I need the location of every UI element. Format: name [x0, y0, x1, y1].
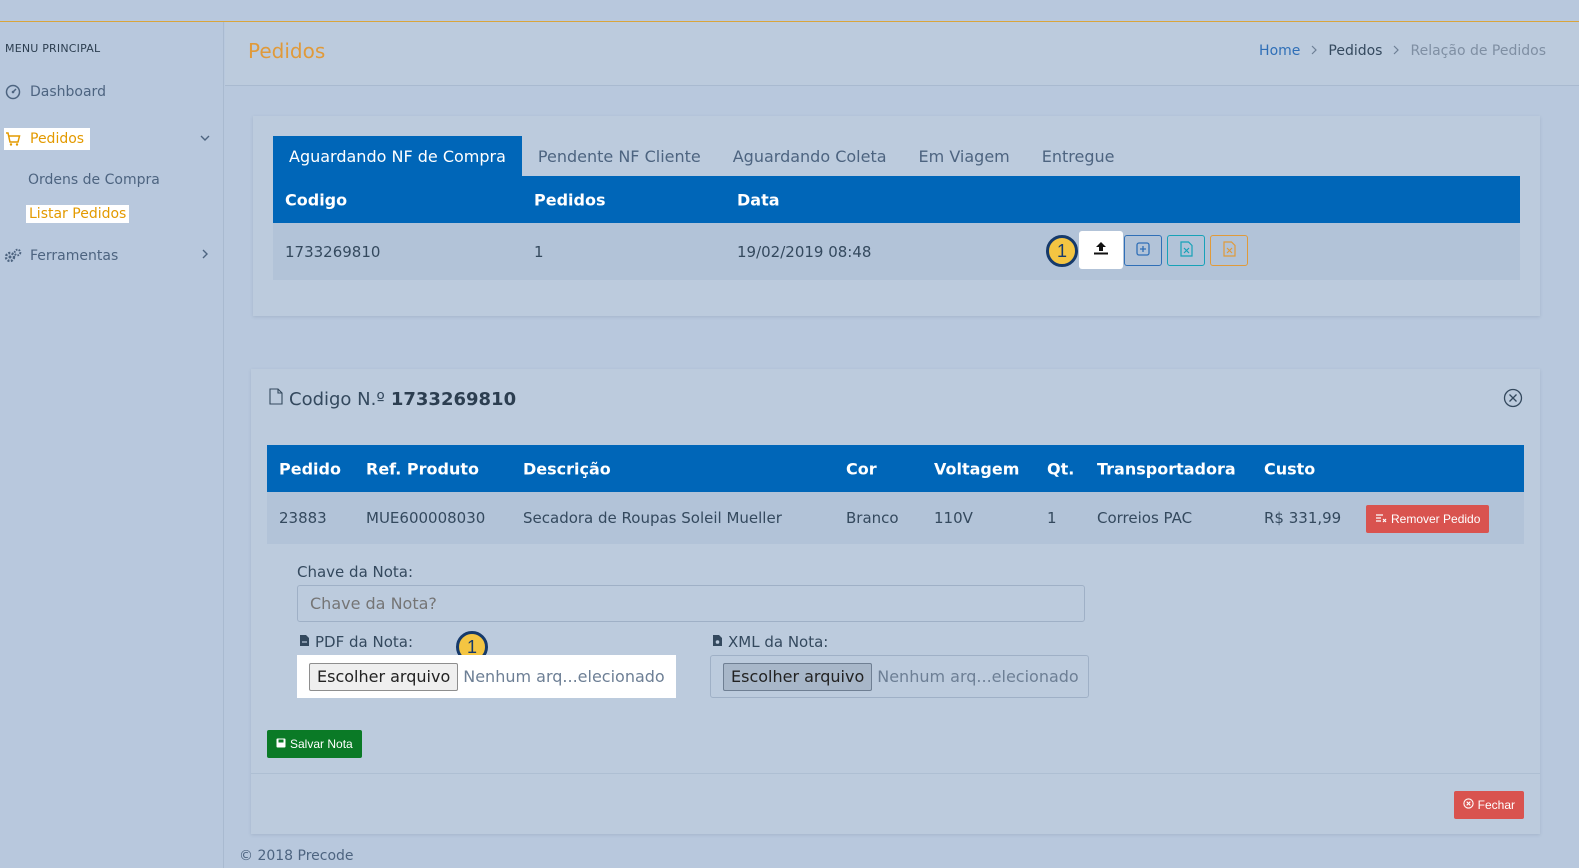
detail-code: 1733269810 [390, 388, 517, 410]
xml-choose-file-button[interactable]: Escolher arquivo [723, 662, 873, 691]
sidebar-item-label: Ferramentas [30, 248, 119, 264]
excel-icon [1179, 240, 1193, 261]
cell-cor: Branco [846, 509, 899, 527]
sidebar-item-label: Dashboard [30, 84, 106, 100]
save-note-button[interactable]: Salvar Nota [267, 730, 362, 758]
pdf-file-status: Nenhum arq...elecionado [463, 667, 665, 686]
chave-input[interactable] [297, 585, 1085, 622]
page-header: Pedidos Home Pedidos Relação de Pedidos [225, 22, 1579, 86]
orders-table-header: Codigo Pedidos Data [273, 176, 1520, 223]
close-button[interactable]: Fechar [1453, 791, 1524, 819]
breadcrumb-home[interactable]: Home [1259, 43, 1300, 59]
sidebar-subitem-listar[interactable]: Listar Pedidos [26, 205, 130, 223]
chevron-down-icon[interactable] [199, 132, 211, 147]
cell-qt: 1 [1047, 509, 1057, 527]
xml-file-status: Nenhum arq...elecionado [877, 667, 1079, 686]
table-row: 1733269810 1 19/02/2019 08:48 1 [273, 223, 1520, 280]
column-header-descricao: Descrição [523, 459, 611, 478]
xml-file-icon [712, 633, 723, 651]
remove-order-button[interactable]: Remover Pedido [1366, 505, 1490, 533]
chave-label: Chave da Nota: [297, 563, 414, 581]
upload-icon [1092, 240, 1110, 260]
dashboard-icon [4, 83, 22, 101]
close-circle-icon [1503, 388, 1523, 412]
gears-icon [4, 247, 22, 265]
tab-aguardando-coleta[interactable]: Aguardando Coleta [717, 136, 903, 176]
breadcrumb: Home Pedidos Relação de Pedidos [1259, 43, 1546, 59]
pdf-label: PDF da Nota: [299, 633, 413, 651]
top-bar [0, 0, 1579, 22]
close-label: Fechar [1477, 798, 1515, 812]
xml-label: XML da Nota: [712, 633, 828, 651]
column-header-voltagem: Voltagem [934, 459, 1020, 478]
sidebar-subitem-ordens[interactable]: Ordens de Compra [28, 172, 160, 188]
upload-nf-button[interactable] [1079, 231, 1123, 269]
cell-data: 19/02/2019 08:48 [737, 242, 872, 261]
file-icon [269, 388, 283, 410]
cell-voltagem: 110V [934, 509, 973, 527]
pdf-choose-file-button[interactable]: Escolher arquivo [309, 662, 459, 691]
cell-transportadora: Correios PAC [1097, 509, 1193, 527]
tab-pendente-nf-cliente[interactable]: Pendente NF Cliente [522, 136, 717, 176]
close-panel-button[interactable] [1503, 388, 1523, 408]
table-row: 23883 MUE600008030 Secadora de Roupas So… [267, 492, 1524, 544]
sidebar: MENU PRINCIPAL Dashboard Pedidos Ordens … [0, 22, 224, 868]
column-header-qt: Qt. [1047, 459, 1075, 478]
column-header-transportadora: Transportadora [1097, 459, 1236, 478]
sidebar-heading: MENU PRINCIPAL [5, 42, 101, 55]
sidebar-item-pedidos[interactable]: Pedidos [4, 128, 91, 150]
excel-icon [1222, 240, 1236, 261]
column-header-pedidos: Pedidos [534, 190, 606, 209]
cell-codigo: 1733269810 [285, 242, 381, 261]
close-circle-icon [1462, 798, 1474, 812]
order-status-tabs: Aguardando NF de Compra Pendente NF Clie… [273, 136, 1131, 176]
step-badge: 1 [1046, 235, 1078, 267]
cell-pedidos: 1 [534, 242, 544, 261]
column-header-data: Data [737, 190, 780, 209]
plus-square-icon [1136, 241, 1150, 260]
detail-title-prefix: Codigo N.º [289, 388, 385, 410]
chevron-right-icon[interactable] [199, 248, 211, 263]
footer-copyright: © 2018 Precode [239, 848, 354, 864]
cell-ref-produto: MUE600008030 [366, 509, 486, 527]
column-header-custo: Custo [1264, 459, 1316, 478]
sidebar-item-dashboard[interactable]: Dashboard [4, 80, 106, 104]
add-item-button[interactable] [1124, 235, 1162, 266]
cart-icon [4, 130, 22, 148]
breadcrumb-pedidos[interactable]: Pedidos [1328, 43, 1382, 59]
cell-descricao: Secadora de Roupas Soleil Mueller [523, 509, 782, 527]
sidebar-item-ferramentas[interactable]: Ferramentas [4, 244, 118, 268]
column-header-ref-produto: Ref. Produto [366, 459, 479, 478]
export-excel-button[interactable] [1167, 235, 1205, 266]
column-header-cor: Cor [846, 459, 877, 478]
column-header-pedido: Pedido [279, 459, 341, 478]
breadcrumb-separator-icon [1392, 44, 1400, 58]
items-table-header: Pedido Ref. Produto Descrição Cor Voltag… [267, 445, 1524, 492]
export-excel-alt-button[interactable] [1210, 235, 1248, 266]
cell-custo: R$ 331,99 [1264, 509, 1342, 527]
xml-label-text: XML da Nota: [728, 633, 829, 651]
pdf-file-icon [299, 633, 310, 651]
tab-aguardando-nf-compra[interactable]: Aguardando NF de Compra [273, 136, 522, 176]
tab-em-viagem[interactable]: Em Viagem [903, 136, 1026, 176]
pdf-file-input[interactable]: Escolher arquivo Nenhum arq...elecionado [297, 655, 676, 698]
cell-pedido: 23883 [279, 509, 327, 527]
detail-title: Codigo N.º 1733269810 [269, 388, 516, 410]
remove-order-label: Remover Pedido [1391, 512, 1481, 526]
breadcrumb-current: Relação de Pedidos [1410, 43, 1546, 59]
save-note-label: Salvar Nota [290, 737, 353, 751]
panel-footer: Fechar [251, 773, 1540, 834]
save-icon [276, 737, 286, 751]
page-title: Pedidos [248, 39, 326, 63]
breadcrumb-separator-icon [1310, 44, 1318, 58]
xml-file-input[interactable]: Escolher arquivo Nenhum arq...elecionado [710, 655, 1089, 698]
orders-card: Aguardando NF de Compra Pendente NF Clie… [253, 116, 1540, 316]
column-header-codigo: Codigo [285, 190, 348, 209]
sidebar-item-label: Pedidos [30, 131, 85, 147]
pdf-label-text: PDF da Nota: [315, 633, 413, 651]
tab-entregue[interactable]: Entregue [1026, 136, 1131, 176]
remove-icon [1375, 512, 1387, 526]
order-detail-panel: Codigo N.º 1733269810 Pedido Ref. Produt… [251, 369, 1540, 834]
